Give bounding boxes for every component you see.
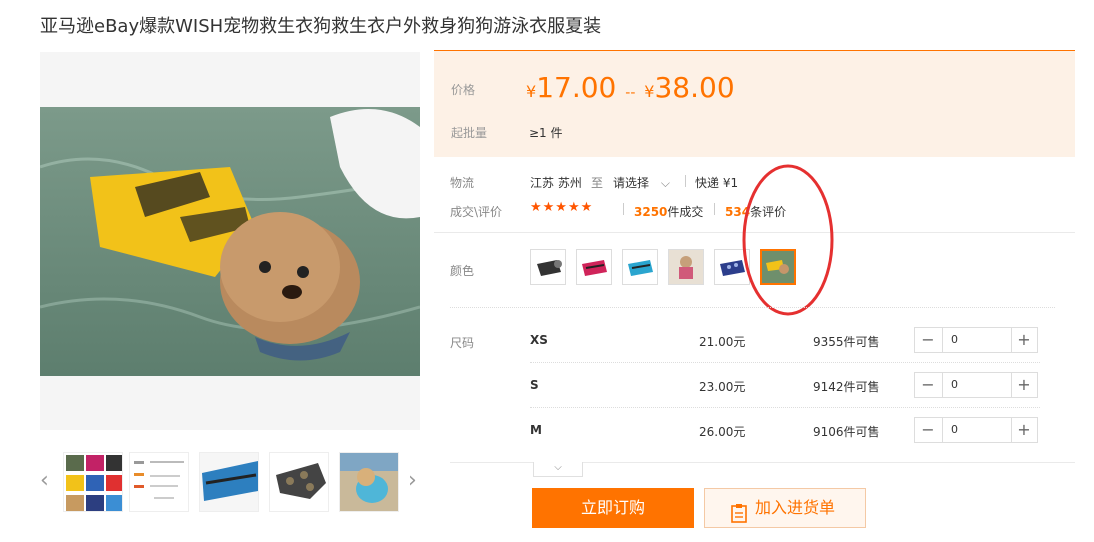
color-swatch-dog-pink[interactable] xyxy=(668,249,704,285)
size-row-s: S 23.00元 9142件可售 − 0 + xyxy=(530,371,1040,415)
size-stock: 9142件可售 xyxy=(813,380,880,394)
shipping-fee: 快递 ¥1 xyxy=(695,176,739,190)
price-range: ¥17.00 -- ¥38.00 xyxy=(526,71,735,104)
dog-photo xyxy=(40,107,420,376)
row-divider xyxy=(530,362,1040,363)
size-price: 23.00元 xyxy=(699,380,746,394)
minus-icon[interactable]: − xyxy=(915,418,941,442)
thumbnail-blue-vest[interactable] xyxy=(199,452,259,512)
plus-icon[interactable]: + xyxy=(1011,328,1037,352)
section-divider xyxy=(450,307,1055,308)
size-name: XS xyxy=(530,333,548,347)
add-to-cart-button[interactable]: 加入进货单 xyxy=(704,488,866,528)
thumbnail-dog-beach[interactable] xyxy=(339,452,399,512)
minus-icon[interactable]: − xyxy=(915,328,941,352)
size-row-m: M 26.00元 9106件可售 − 0 + xyxy=(530,416,1040,460)
color-swatch-pink[interactable] xyxy=(576,249,612,285)
color-swatch-teal[interactable] xyxy=(622,249,658,285)
rating-stars: ★★★★★ xyxy=(530,200,594,215)
color-swatch-black[interactable] xyxy=(530,249,566,285)
quantity-input[interactable]: 0 xyxy=(942,328,1012,352)
to-label: 至 xyxy=(591,176,604,190)
size-stock: 9106件可售 xyxy=(813,425,880,439)
price-panel: 价格 ¥17.00 -- ¥38.00 起批量 ≥1 件 xyxy=(434,50,1075,157)
size-label: 尺码 xyxy=(450,336,475,350)
size-name: S xyxy=(530,378,539,392)
product-title: 亚马逊eBay爆款WISH宠物救生衣狗救生衣户外救身狗狗游泳衣服夏装 xyxy=(40,16,602,37)
divider xyxy=(623,203,624,215)
quantity-stepper: − 0 + xyxy=(914,372,1038,398)
minus-icon[interactable]: − xyxy=(915,373,941,397)
quantity-input[interactable]: 0 xyxy=(942,418,1012,442)
thumbnail-company-card[interactable] xyxy=(129,452,189,512)
divider xyxy=(685,175,686,187)
moq-value: ≥1 件 xyxy=(529,126,563,140)
plus-icon[interactable]: + xyxy=(1011,418,1037,442)
size-price: 26.00元 xyxy=(699,425,746,439)
quantity-input[interactable]: 0 xyxy=(942,373,1012,397)
clipboard-icon xyxy=(731,499,747,537)
price-low: 17.00 xyxy=(536,71,617,104)
arrow-left-icon[interactable]: ‹ xyxy=(40,468,49,493)
buy-now-button[interactable]: 立即订购 xyxy=(532,488,694,528)
thumbnail-strip: ‹ › xyxy=(40,450,425,516)
annotation-circle xyxy=(742,164,834,316)
arrow-right-icon[interactable]: › xyxy=(408,468,417,493)
size-row-xs: XS 21.00元 9355件可售 − 0 + xyxy=(530,326,1040,370)
main-product-image[interactable] xyxy=(40,52,420,430)
add-to-cart-label: 加入进货单 xyxy=(755,498,836,517)
row-divider xyxy=(530,407,1040,408)
price-label: 价格 xyxy=(451,83,476,97)
quantity-stepper: − 0 + xyxy=(914,327,1038,353)
price-high: 38.00 xyxy=(654,71,735,104)
logistics-label: 物流 xyxy=(450,176,475,190)
deals-link[interactable]: 3250件成交 xyxy=(634,203,703,220)
moq-label: 起批量 xyxy=(451,126,488,140)
size-price: 21.00元 xyxy=(699,335,746,349)
plus-icon[interactable]: + xyxy=(1011,373,1037,397)
divider xyxy=(714,203,715,215)
origin-city: 江苏 苏州 xyxy=(530,176,582,190)
thumbnail-camo-vest[interactable] xyxy=(269,452,329,512)
color-label: 颜色 xyxy=(450,264,475,278)
sales-label: 成交\评价 xyxy=(450,205,503,219)
thumbnail-collage[interactable] xyxy=(63,452,123,512)
expand-sizes-toggle[interactable]: ⌵ xyxy=(533,462,583,477)
quantity-stepper: − 0 + xyxy=(914,417,1038,443)
chevron-down-icon: ⌵ xyxy=(554,462,562,473)
chevron-down-icon: ⌵ xyxy=(660,176,670,190)
size-name: M xyxy=(530,423,542,437)
size-stock: 9355件可售 xyxy=(813,335,880,349)
destination-select[interactable]: 请选择 ⌵ xyxy=(613,174,670,191)
